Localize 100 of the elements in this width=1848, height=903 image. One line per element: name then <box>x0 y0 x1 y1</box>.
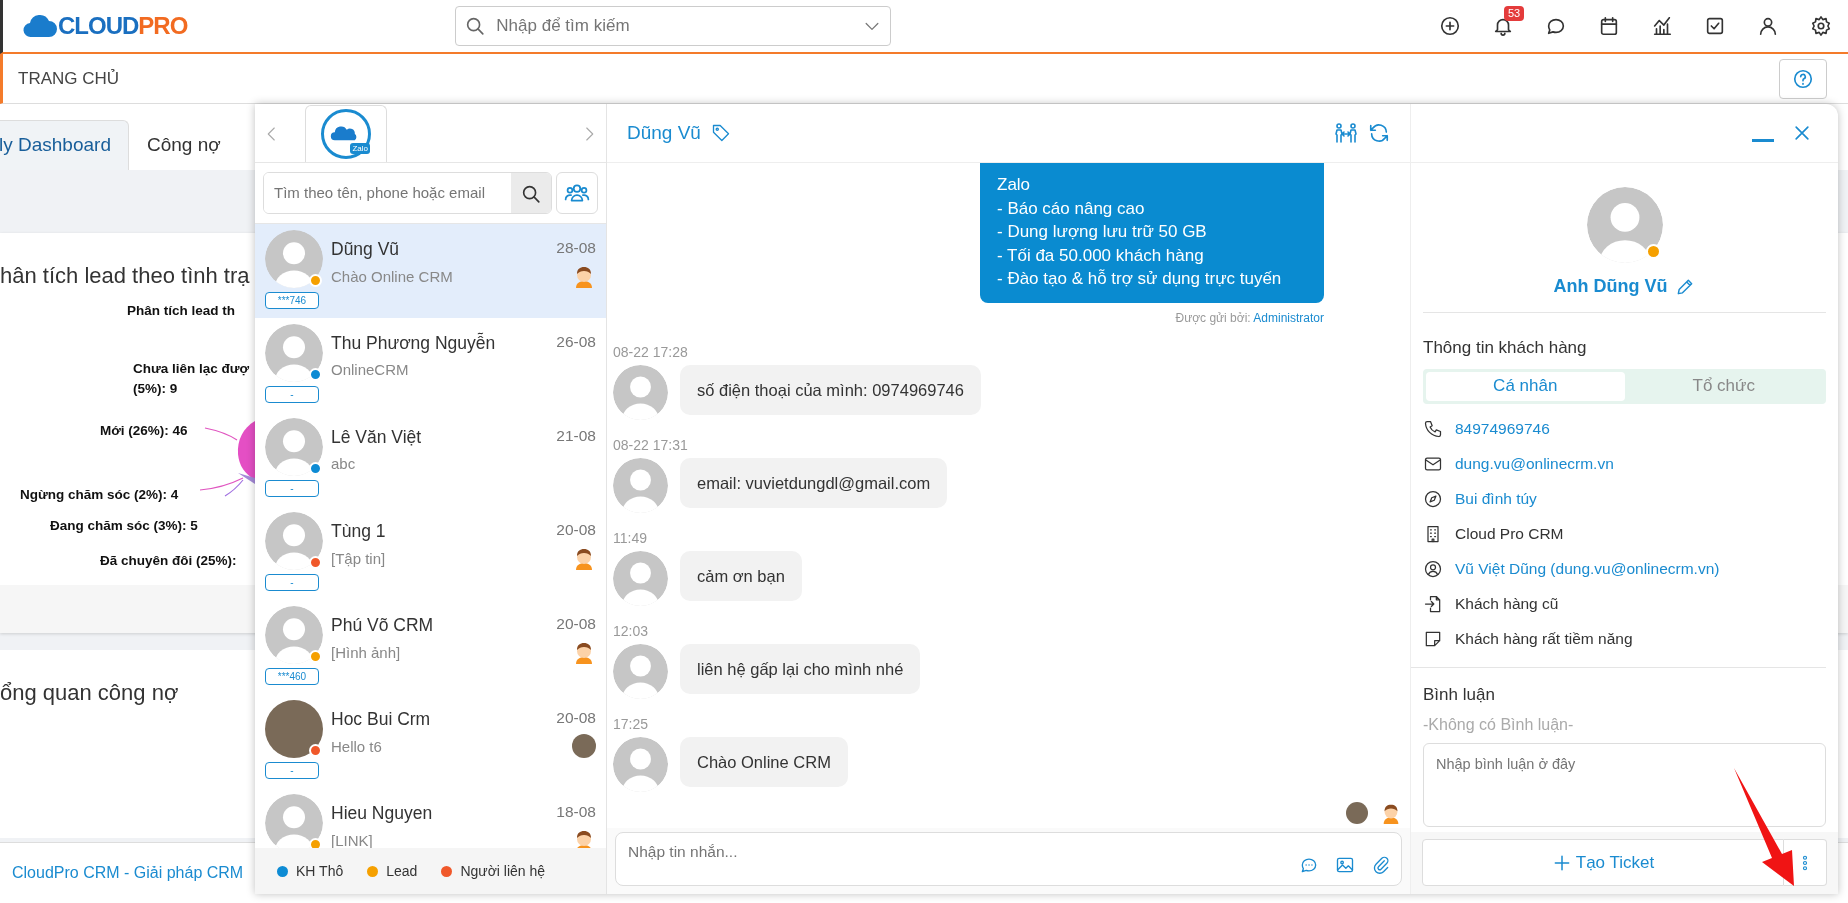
message-preview: Chào Online CRM <box>331 266 453 287</box>
message-preview: [Hình ảnh] <box>331 642 401 663</box>
contact-tag: - <box>265 762 319 779</box>
field-value: Khách hàng rất tiềm năng <box>1455 629 1633 650</box>
legend-label: Người liên hệ <box>460 861 546 881</box>
chart-label: Chưa liên lạc đượ (5%): 9 <box>133 360 250 398</box>
page-title: TRANG CHỦ <box>18 67 120 90</box>
chart-label: Đang chăm sóc (3%): 5 <box>50 517 198 535</box>
people-icon <box>1334 121 1358 145</box>
image-button[interactable] <box>1335 855 1355 875</box>
message-time: 17:25 <box>613 714 649 733</box>
photo-placeholder <box>265 700 323 758</box>
checkbox-icon <box>1704 15 1726 37</box>
calendar-button[interactable] <box>1598 15 1620 37</box>
compass-icon <box>1423 489 1443 509</box>
help-icon <box>1792 67 1814 90</box>
user-button[interactable] <box>1757 15 1779 37</box>
sticky-note-icon <box>1423 629 1443 649</box>
message-time: 08-22 17:31 <box>613 435 688 454</box>
contact-date: 21-08 <box>556 426 596 446</box>
contact-date: 20-08 <box>556 708 596 728</box>
file-import-icon <box>1423 594 1443 614</box>
plus-circle-icon <box>1439 15 1461 37</box>
contact-item[interactable]: ***746 Dũng Vũ 28-08 Chào Online CRM <box>255 224 606 318</box>
notification-count: 53 <box>1504 6 1525 21</box>
customer-name: Anh Dũng Vũ <box>1553 275 1668 298</box>
field-value: Khách hàng cũ <box>1455 594 1559 615</box>
chart-label: Mới (26%): 46 <box>100 422 188 440</box>
contact-tag: - <box>265 480 319 497</box>
message-preview: [Tập tin] <box>331 548 386 569</box>
comment-input[interactable]: Nhập bình luận ở đây <box>1423 743 1826 827</box>
channel-tab[interactable]: Zalo <box>305 105 387 162</box>
incoming-message: số điện thoại của mình: 0974969746 <box>680 364 981 416</box>
settings-button[interactable] <box>1810 15 1832 37</box>
incoming-message: cảm ơn bạn <box>680 550 802 602</box>
field-link[interactable]: dung.vu@onlinecrm.vn <box>1455 452 1614 476</box>
comments-title: Bình luận <box>1423 683 1496 706</box>
info-tab[interactable]: Cá nhân <box>1426 371 1625 401</box>
close-icon <box>1792 123 1812 143</box>
sent-by-label: Được gửi bởi: <box>1175 310 1251 325</box>
checkbox-button[interactable] <box>1704 15 1726 37</box>
image-icon <box>1335 855 1355 875</box>
card-title: ổng quan công nợ <box>0 679 179 707</box>
sender-link[interactable]: Administrator <box>1253 310 1324 325</box>
search-button[interactable] <box>511 173 551 213</box>
message-preview: Hello t6 <box>331 736 382 757</box>
message-time: 11:49 <box>613 528 647 547</box>
contact-tag: ***460 <box>265 668 319 685</box>
contact-date: 28-08 <box>556 238 596 258</box>
contact-name: Thu Phương Nguyễn <box>331 331 496 355</box>
field-value: Cloud Pro CRM <box>1455 524 1564 545</box>
contact-date: 20-08 <box>556 614 596 634</box>
avatar-placeholder <box>613 736 668 792</box>
search-bar[interactable]: Nhập để tìm kiếm <box>455 6 892 46</box>
contact-name: Dũng Vũ <box>331 238 400 261</box>
photo-placeholder <box>572 734 596 759</box>
attach-button[interactable] <box>1371 855 1391 875</box>
contact-name: Phú Võ CRM <box>331 614 434 637</box>
paperclip-icon <box>1371 855 1391 875</box>
chart-button[interactable] <box>1651 15 1673 37</box>
contact-item[interactable]: - Tùng 1 20-08 [Tập tin] <box>255 506 606 600</box>
contact-name: Hieu Nguyen <box>331 802 433 825</box>
contact-name: Tùng 1 <box>331 520 386 543</box>
info-tab[interactable]: Tổ chức <box>1624 371 1823 401</box>
footer-text: CloudPro CRM - Giải pháp CRM <box>12 864 244 881</box>
card-title: hân tích lead theo tình trạ <box>0 262 250 290</box>
transfer-button[interactable] <box>1334 121 1358 145</box>
avatar-placeholder <box>613 364 668 420</box>
plus-circle-button[interactable] <box>1439 15 1461 37</box>
tag-button[interactable] <box>710 123 731 143</box>
close-button[interactable] <box>1792 123 1812 143</box>
incoming-message: email: vuvietdungdl@gmail.com <box>680 457 948 509</box>
field-link[interactable]: Bui đình túy <box>1455 487 1537 511</box>
contact-tag: - <box>265 574 319 591</box>
field-link[interactable]: 84974969746 <box>1455 417 1550 441</box>
tag-icon <box>710 123 731 143</box>
field-link[interactable]: Vũ Việt Dũng (dung.vu@onlinecrm.vn) <box>1455 557 1720 581</box>
create-ticket-button[interactable]: Tạo Ticket <box>1422 839 1784 886</box>
search-input[interactable]: Nhập để tìm kiếm <box>494 12 855 40</box>
user-icon <box>1757 15 1779 37</box>
search-icon <box>464 15 487 37</box>
message-composer[interactable]: Nhập tin nhắn... <box>615 832 1402 886</box>
contact-name: Hoc Bui Crm <box>331 708 431 731</box>
contact-item[interactable]: ***460 Phú Võ CRM 20-08 [Hình ảnh] <box>255 600 606 694</box>
contact-item[interactable]: - Lê Văn Việt 21-08 abc <box>255 412 606 506</box>
cloud-logo-icon <box>23 13 57 39</box>
help-button[interactable] <box>1779 58 1827 99</box>
conversation-title: Dũng Vũ <box>627 120 701 145</box>
chart-label: Đã chuyên đôi (25%): <box>100 552 237 570</box>
contact-item[interactable]: - Thu Phương Nguyễn 26-08 OnlineCRM <box>255 318 606 412</box>
contact-search-bar[interactable]: Tìm theo tên, phone hoặc email <box>263 172 552 214</box>
message-preview: OnlineCRM <box>331 360 409 381</box>
contact-tag: ***746 <box>265 292 319 309</box>
contact-item[interactable]: - Hoc Bui Crm 20-08 Hello t6 <box>255 694 606 788</box>
legend-label: Lead <box>386 861 418 881</box>
refresh-button[interactable] <box>1368 122 1390 144</box>
message-preview: [LINK] <box>331 830 373 848</box>
group-button[interactable] <box>556 172 598 214</box>
dashboard-tab[interactable]: ly Dashboard <box>0 120 129 170</box>
minimize-button[interactable] <box>1752 138 1774 142</box>
